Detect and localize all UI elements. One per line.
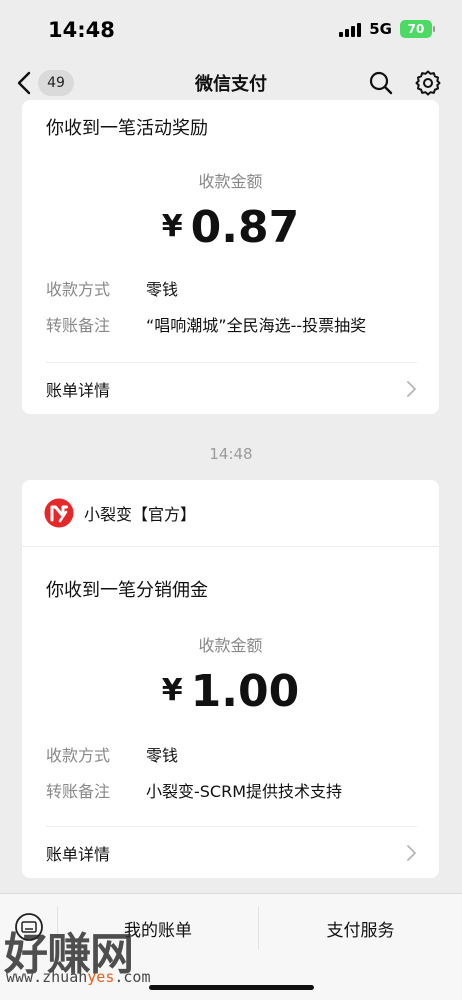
menu-payment-services[interactable]: 支付服务 <box>259 916 462 941</box>
info-value: 零钱 <box>146 280 179 299</box>
amount-label: 收款金额 <box>198 172 263 191</box>
info-row-method: 收款方式 零钱 <box>22 745 439 767</box>
amount-value: 1.00 <box>190 666 300 717</box>
signal-icon <box>339 21 362 37</box>
amount-label: 收款金额 <box>198 636 263 655</box>
search-icon[interactable] <box>368 70 394 96</box>
chevron-right-icon <box>407 844 416 861</box>
info-label: 收款方式 <box>46 746 111 765</box>
battery-level: 70 <box>407 22 425 36</box>
status-time: 14:48 <box>48 18 115 42</box>
info-label: 转账备注 <box>46 782 111 801</box>
info-row-method: 收款方式 零钱 <box>22 279 439 301</box>
watermark: 好赚网 www.zhuanyes.com <box>0 918 200 988</box>
card-title: 你收到一笔分销佣金 <box>46 580 208 601</box>
status-indicators: 5G 70 <box>339 20 435 38</box>
info-value: 零钱 <box>146 746 179 765</box>
battery-icon: 70 <box>400 20 435 38</box>
status-bar: 14:48 5G 70 <box>0 0 462 60</box>
info-row-remark: 转账备注 “唱响潮城”全民海选--投票抽奖 <box>22 315 439 337</box>
bill-detail-label: 账单详情 <box>46 844 111 864</box>
info-label: 转账备注 <box>46 316 111 335</box>
amount: ¥1.00 <box>22 666 439 717</box>
message-timestamp: 14:48 <box>209 445 253 463</box>
merchant-logo-icon <box>44 498 74 528</box>
card-title: 你收到一笔活动奖励 <box>46 118 208 139</box>
bill-detail-link[interactable]: 账单详情 <box>46 826 417 878</box>
amount: ¥0.87 <box>22 202 439 253</box>
currency-symbol: ¥ <box>161 673 183 708</box>
payment-card-commission[interactable]: 小裂变【官方】 你收到一笔分销佣金 收款金额 ¥1.00 收款方式 零钱 转账备… <box>22 480 439 878</box>
bill-detail-link[interactable]: 账单详情 <box>46 362 417 414</box>
gear-icon[interactable] <box>414 69 442 97</box>
info-row-remark: 转账备注 小裂变-SCRM提供技术支持 <box>22 781 439 803</box>
currency-symbol: ¥ <box>161 209 183 244</box>
info-label: 收款方式 <box>46 280 111 299</box>
network-type: 5G <box>369 20 392 38</box>
amount-value: 0.87 <box>190 202 300 253</box>
watermark-url: www.zhuanyes.com <box>6 968 151 986</box>
payment-card-reward[interactable]: 你收到一笔活动奖励 收款金额 ¥0.87 收款方式 零钱 转账备注 “唱响潮城”… <box>22 100 439 414</box>
merchant-name: 小裂变【官方】 <box>84 505 197 524</box>
info-value: “唱响潮城”全民海选--投票抽奖 <box>146 316 367 335</box>
chevron-right-icon <box>407 380 416 397</box>
bill-detail-label: 账单详情 <box>46 380 111 400</box>
home-indicator <box>149 985 314 990</box>
info-value: 小裂变-SCRM提供技术支持 <box>146 782 343 801</box>
merchant-header[interactable]: 小裂变【官方】 <box>22 480 439 547</box>
